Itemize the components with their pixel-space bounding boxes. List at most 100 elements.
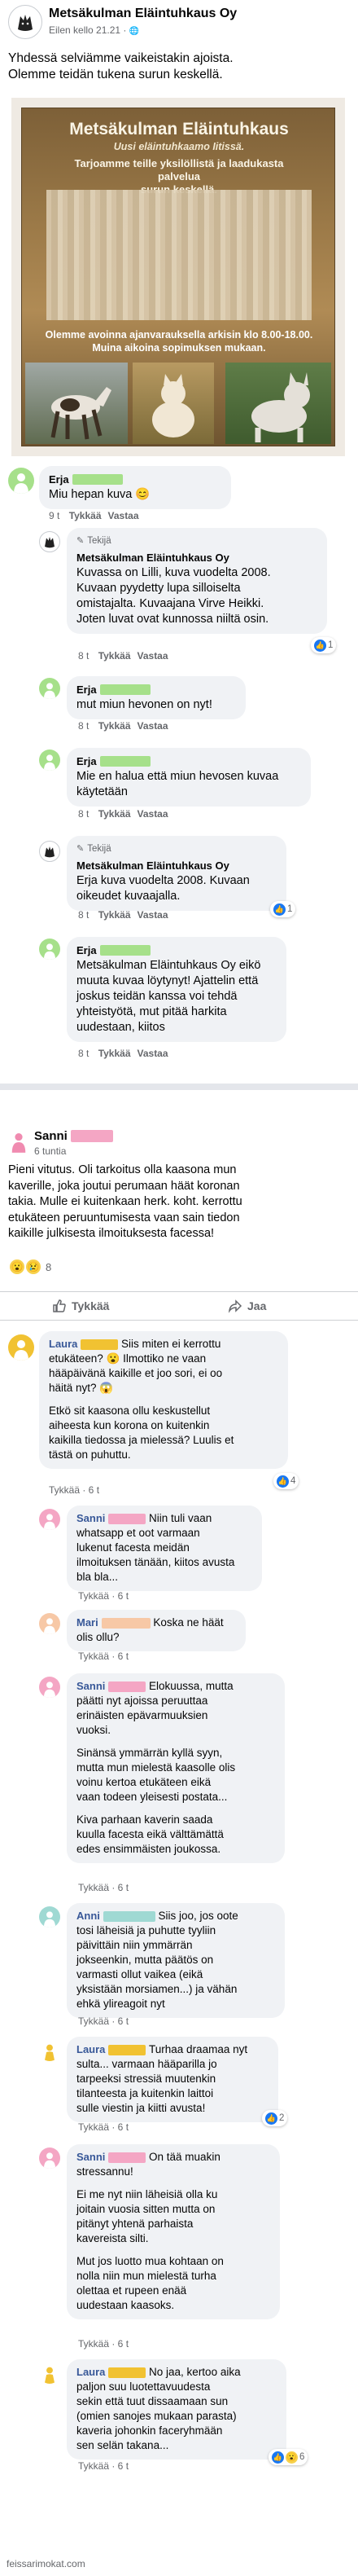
reply-link[interactable]: Vastaa [108,510,139,521]
comment-meta[interactable]: Tykkää · 6 t [78,1590,129,1602]
comment-text: Metsäkulman Eläintuhkaus Oy eikö [76,959,261,972]
comment-meta[interactable]: Tykkää · 6 t [78,2460,129,2472]
commenter-name[interactable]: Laura No jaa, kertoo aika [76,2365,277,2380]
wolf-logo-icon [45,537,55,548]
commenter-avatar[interactable] [39,2147,60,2169]
reply-link[interactable]: Vastaa [138,808,168,820]
comment-meta[interactable]: Tykkää · 6 t [49,1484,99,1496]
like-link[interactable]: Tykkää [98,909,131,921]
commenter-name[interactable]: Anni Siis joo, jos oote [76,1909,275,1923]
commenter-avatar[interactable] [39,2363,60,2384]
comment-text: pitänyt yhtenä parhaista [76,2218,194,2230]
reaction-count[interactable]: 👍 2 [262,2110,288,2126]
reaction-count[interactable]: 👍 4 [273,1473,299,1489]
name-redaction [81,1339,119,1350]
comment-meta[interactable]: Tykkää · 6 t [78,1651,129,1662]
commenter-avatar[interactable] [39,2040,60,2061]
like-button[interactable]: Tykkää [52,1299,109,1313]
post-author-name[interactable]: Sanni [34,1129,113,1143]
comment-meta[interactable]: Tykkää · 6 t [78,2016,129,2027]
comment-meta[interactable]: Tykkää · 6 t [78,2338,129,2350]
post-timestamp[interactable]: Eilen kello 21.21 · 🌐 [49,24,139,36]
comment-time[interactable]: 8 t [78,720,89,732]
comment-meta[interactable]: Tykkää · 6 t [78,1882,129,1893]
commenter-name[interactable]: Metsäkulman Eläintuhkaus Oy [76,550,317,565]
commenter-name[interactable]: Metsäkulman Eläintuhkaus Oy [76,858,277,873]
page-name[interactable]: Metsäkulman Eläintuhkaus Oy [49,7,237,21]
commenter-name[interactable]: Mari Koska ne häät [76,1615,236,1630]
commenter-name[interactable]: Laura Siis miten ei kerrottu [49,1337,278,1352]
comment-bubble: Sanni On tää muakin stressannu! Ei me ny… [67,2144,280,2319]
commenter-name[interactable]: Laura Turhaa draamaa nyt [76,2042,268,2057]
comment-meta[interactable]: Tykkää · 6 t [78,2121,129,2133]
comment-text: tilanteesta ja kuitenkin laittoi [76,2087,214,2099]
comment-text: Siis miten ei kerrottu [121,1338,221,1350]
comment-time[interactable]: 8 t [78,808,89,820]
comment-time[interactable]: 8 t [78,650,89,662]
like-link[interactable]: Tykkää [98,1048,131,1059]
comment-text: kuulla facesta eikä välttämättä [76,1828,224,1840]
share-button[interactable]: Jaa [228,1299,266,1313]
commenter-name[interactable]: Erja [49,472,221,487]
comment-text: päivittäin niin ymmärrän [76,1939,193,1951]
page-avatar[interactable] [8,5,42,39]
commenter-avatar[interactable] [39,1906,60,1928]
like-link[interactable]: Tykkää [98,720,131,732]
commenter-name[interactable]: Sanni Elokuussa, mutta [76,1679,275,1694]
screenshot-divider [0,1084,358,1090]
commenter-avatar[interactable] [39,1677,60,1698]
dog-icon [251,372,310,442]
commenter-name[interactable]: Sanni On tää muakin [76,2150,270,2165]
comment-time[interactable]: 8 t [78,909,89,921]
commenter-avatar[interactable] [8,1334,34,1361]
post-image[interactable]: Metsäkulman Eläintuhkaus Uusi eläintuhka… [11,98,345,456]
pencil-icon: ✎ [76,536,85,546]
comment-text: kaveria johonkin faceryhmään [76,2424,223,2437]
commenter-name[interactable]: Erja [76,943,277,958]
horse-icon [50,387,111,440]
comment-text: On tää muakin [149,2151,220,2163]
pencil-icon: ✎ [76,844,85,854]
comment-text: Mut jos luotto mua kohtaan on [76,2255,224,2267]
comment-meta: 9 t Tykkää Vastaa [49,510,139,521]
reply-link[interactable]: Vastaa [138,720,168,732]
reaction-count[interactable]: 👍 1 [311,637,337,653]
name-redaction [108,1513,146,1524]
reply-link[interactable]: Vastaa [138,909,168,921]
poster-hours-line: Muina aikoina sopimuksen mukaan. [92,342,266,354]
comment-time[interactable]: 8 t [78,1048,89,1059]
commenter-avatar[interactable] [39,750,60,771]
reply-link[interactable]: Vastaa [138,650,168,662]
page-avatar-small[interactable] [39,841,60,862]
page-avatar-small[interactable] [39,531,60,552]
person-silhouette-icon [43,754,56,771]
reaction-count[interactable]: 👍 1 [270,901,296,917]
comment-text: Sinänsä ymmärrän kyllä syyn, [76,1747,223,1759]
sad-reaction-icon: 😢 [26,1259,41,1274]
person-silhouette-icon [43,683,56,699]
commenter-name[interactable]: Erja [76,682,236,697]
comment-text: No jaa, kertoo aika [149,2366,241,2378]
post-author-avatar[interactable] [8,1129,29,1154]
commenter-avatar[interactable] [39,678,60,699]
comment-time[interactable]: 9 t [49,510,59,521]
commenter-avatar[interactable] [39,1613,60,1634]
comment-bubble: Anni Siis joo, jos oote tosi läheisiä ja… [67,1903,285,2018]
comment-text: stressannu! [76,2165,133,2178]
reaction-count[interactable]: 👍 😮 6 [268,2449,308,2465]
post-reactions[interactable]: 😮 😢 8 [10,1259,51,1274]
post-timestamp[interactable]: 6 tuntia [34,1145,66,1157]
like-link[interactable]: Tykkää [98,808,131,820]
reply-link[interactable]: Vastaa [138,1048,168,1059]
post-text: Pieni vitutus. Oli tarkoitus olla kaason… [8,1163,350,1242]
comment-text: Miu hepan kuva 😊 [49,488,151,501]
commenter-name[interactable]: Sanni Niin tuli vaan [76,1511,252,1526]
commenter-avatar[interactable] [8,468,34,494]
like-link[interactable]: Tykkää [98,650,131,662]
commenter-avatar[interactable] [39,1509,60,1530]
like-link[interactable]: Tykkää [69,510,102,521]
commenter-avatar[interactable] [39,939,60,960]
like-icon: 👍 [314,639,326,652]
person-silhouette-icon [43,1911,56,1928]
commenter-name[interactable]: Erja [76,754,301,769]
